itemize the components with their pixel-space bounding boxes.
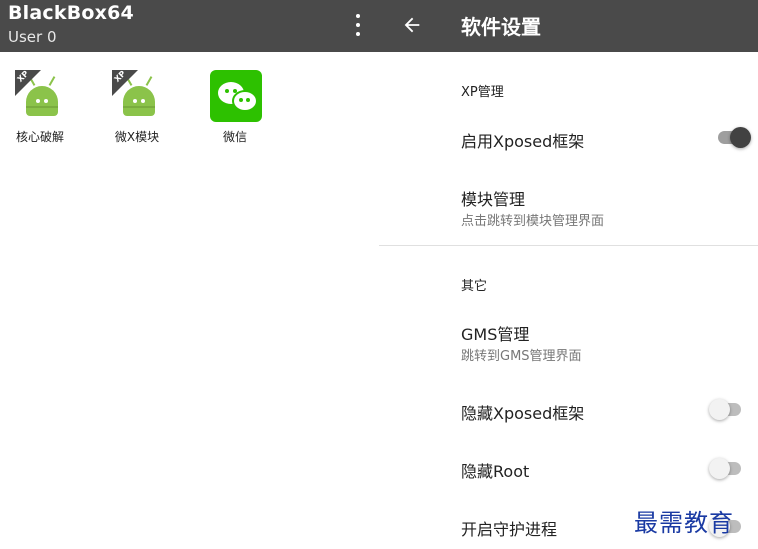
app-bar: BlackBox64 User 0 xyxy=(0,0,379,52)
android-icon: XP xyxy=(15,69,65,120)
section-divider xyxy=(379,245,758,246)
app-label: 微信 xyxy=(222,130,247,144)
setting-title: 模块管理 xyxy=(461,190,526,209)
section-header-xp: XP管理 xyxy=(461,85,504,100)
setting-title: 隐藏Xposed框架 xyxy=(461,404,585,423)
settings-app-bar: 软件设置 xyxy=(379,0,758,52)
wechat-icon xyxy=(210,70,262,122)
enable-xposed-toggle[interactable] xyxy=(716,126,752,148)
hide-root-toggle[interactable] xyxy=(709,457,745,479)
app-item-core-crack[interactable]: XP 核心破解 xyxy=(0,69,80,145)
setting-title: 隐藏Root xyxy=(461,462,530,481)
setting-subtitle: 跳转到GMS管理界面 xyxy=(461,349,582,364)
page-title: 软件设置 xyxy=(461,15,541,39)
app-label: 微X模块 xyxy=(114,130,160,144)
section-header-other: 其它 xyxy=(461,279,488,294)
app-item-wx-module[interactable]: XP 微X模块 xyxy=(97,69,177,145)
android-icon: XP xyxy=(112,69,162,120)
back-arrow-icon[interactable] xyxy=(401,14,423,36)
app-item-wechat[interactable]: 微信 xyxy=(195,70,275,145)
setting-title: GMS管理 xyxy=(461,325,530,344)
app-title: BlackBox64 xyxy=(8,2,134,24)
app-label: 核心破解 xyxy=(15,130,64,144)
settings-panel: 软件设置 XP管理 启用Xposed框架 模块管理 点击跳转到模块管理界面 其它… xyxy=(379,0,758,549)
overflow-menu-icon[interactable] xyxy=(348,12,368,38)
setting-title: 启用Xposed框架 xyxy=(461,132,585,151)
hide-xposed-toggle[interactable] xyxy=(709,398,745,420)
app-list-panel: BlackBox64 User 0 XP 核心破解 XP 微X模块 微信 xyxy=(0,0,379,549)
watermark-text: 最需教育 xyxy=(634,509,734,537)
setting-title: 开启守护进程 xyxy=(461,520,558,539)
setting-subtitle: 点击跳转到模块管理界面 xyxy=(461,214,605,229)
user-label: User 0 xyxy=(8,28,57,46)
